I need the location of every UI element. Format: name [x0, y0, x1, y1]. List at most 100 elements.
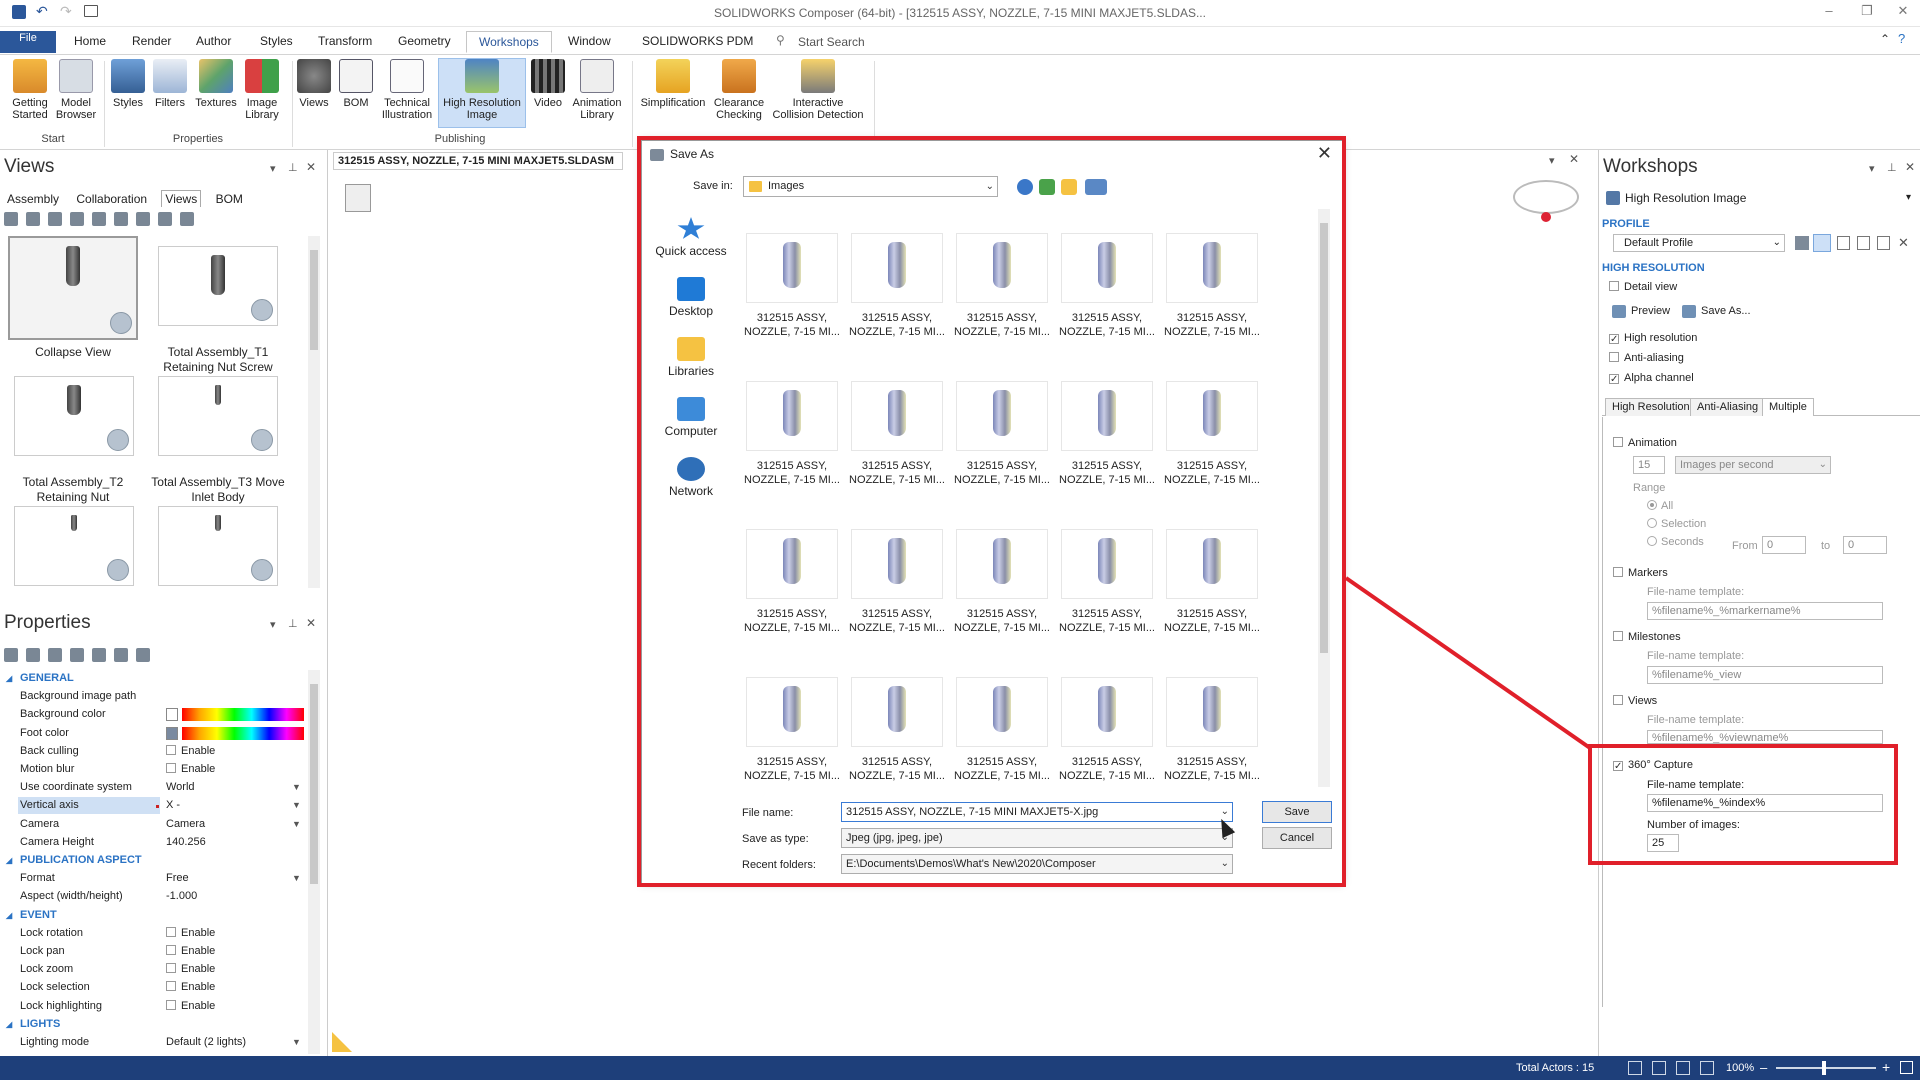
- tab-anti-aliasing[interactable]: Anti-Aliasing: [1690, 398, 1766, 416]
- property-row[interactable]: Lock highlighting Enable: [0, 998, 310, 1015]
- styles-button[interactable]: Styles: [110, 59, 146, 109]
- property-row[interactable]: Use coordinate system World ▼: [0, 779, 310, 796]
- panel-menu-icon[interactable]: ▾: [1869, 162, 1875, 175]
- export-profile-icon[interactable]: [1877, 236, 1890, 250]
- pin-icon[interactable]: ⊥: [288, 161, 298, 174]
- color-swatch[interactable]: [166, 708, 178, 722]
- property-category[interactable]: ◢ LIGHTS: [0, 1016, 310, 1033]
- tab-file[interactable]: File: [0, 31, 56, 53]
- preview-button[interactable]: Preview: [1609, 303, 1670, 321]
- close-icon[interactable]: ✕: [1905, 160, 1915, 174]
- property-value[interactable]: Enable: [166, 998, 215, 1015]
- chevron-down-icon[interactable]: ▼: [292, 779, 301, 796]
- delete-profile-icon[interactable]: ✕: [1898, 235, 1909, 251]
- property-value[interactable]: Default (2 lights): [166, 1034, 246, 1051]
- view-thumbnail[interactable]: [158, 376, 278, 456]
- property-row[interactable]: Lock pan Enable: [0, 943, 310, 960]
- navigation-compass-icon[interactable]: [1513, 180, 1579, 214]
- scroll-thumb[interactable]: [310, 684, 318, 884]
- workshop-selector[interactable]: High Resolution Image ▾: [1603, 189, 1915, 209]
- document-tab[interactable]: 312515 ASSY, NOZZLE, 7-15 MINI MAXJET5.S…: [333, 152, 623, 170]
- view-thumbnail[interactable]: [8, 236, 138, 340]
- camera-view-icon[interactable]: [180, 212, 194, 226]
- high-resolution-checkbox[interactable]: High resolution: [1609, 331, 1697, 345]
- checkbox[interactable]: [166, 963, 176, 974]
- profile-sort-icon[interactable]: [1813, 234, 1831, 252]
- tab-collaboration[interactable]: Collaboration: [73, 191, 150, 207]
- tab-multiple[interactable]: Multiple: [1762, 398, 1814, 416]
- property-row[interactable]: Lighting mode Default (2 lights) ▼: [0, 1034, 310, 1051]
- markers-checkbox[interactable]: Markers: [1613, 566, 1668, 580]
- clearance-checking-button[interactable]: Clearance Checking: [712, 59, 766, 121]
- property-category[interactable]: ◢ PUBLICATION ASPECT: [0, 852, 310, 869]
- property-row[interactable]: Motion blur Enable: [0, 761, 310, 778]
- collapse-triangle-icon[interactable]: ◢: [6, 907, 12, 924]
- milestones-template-input[interactable]: %filename%_view: [1647, 666, 1883, 684]
- property-value[interactable]: Enable: [166, 743, 215, 760]
- collapse-triangle-icon[interactable]: ◢: [6, 1016, 12, 1033]
- property-value[interactable]: Enable: [166, 925, 215, 942]
- play-view-icon[interactable]: [92, 212, 106, 226]
- save-as-button[interactable]: Save As...: [1679, 303, 1751, 321]
- property-value[interactable]: X -: [166, 797, 180, 814]
- tab-styles[interactable]: Styles: [248, 31, 305, 53]
- view-thumbnail[interactable]: [158, 506, 278, 586]
- views-template-input[interactable]: %filename%_%viewname%: [1647, 730, 1883, 744]
- property-row[interactable]: Camera Camera ▼: [0, 816, 310, 833]
- sort-icon[interactable]: [26, 648, 40, 662]
- property-row[interactable]: Back culling Enable: [0, 743, 310, 760]
- color-spectrum[interactable]: [182, 726, 304, 740]
- zoom-in-icon[interactable]: +: [1882, 1059, 1890, 1075]
- alpha-channel-checkbox[interactable]: Alpha channel: [1609, 371, 1694, 385]
- property-value[interactable]: Enable: [166, 979, 215, 996]
- chevron-down-icon[interactable]: ▼: [292, 870, 301, 887]
- property-row[interactable]: Format Free ▼: [0, 870, 310, 887]
- property-value[interactable]: World: [166, 779, 195, 796]
- property-row[interactable]: Lock zoom Enable: [0, 961, 310, 978]
- property-row[interactable]: Background image path: [0, 688, 310, 705]
- property-value[interactable]: Free: [166, 870, 189, 887]
- restore-icon[interactable]: ❐: [1852, 3, 1882, 23]
- close-window-icon[interactable]: ✕: [1888, 3, 1918, 23]
- interactive-collision-detection-button[interactable]: Interactive Collision Detection: [768, 59, 868, 121]
- fullscreen-icon[interactable]: [1900, 1061, 1913, 1074]
- zoom-slider-thumb[interactable]: [1822, 1061, 1826, 1075]
- checkbox[interactable]: [166, 981, 176, 992]
- milestones-checkbox[interactable]: Milestones: [1613, 630, 1681, 644]
- property-row[interactable]: Camera Height 140.256: [0, 834, 310, 851]
- pin-icon[interactable]: ⊥: [1887, 161, 1897, 174]
- create-view-icon[interactable]: [4, 212, 18, 226]
- fps-input[interactable]: 15: [1633, 456, 1665, 474]
- search-input[interactable]: Start Search: [798, 35, 865, 49]
- tab-window[interactable]: Window: [556, 31, 623, 53]
- property-value[interactable]: -1.000: [166, 888, 197, 905]
- checkbox[interactable]: [166, 763, 176, 773]
- help-icon[interactable]: ?: [1898, 31, 1905, 46]
- profile-select[interactable]: Default Profile ⌄: [1613, 234, 1785, 252]
- views-scrollbar[interactable]: [308, 236, 320, 588]
- views-checkbox[interactable]: Views: [1613, 694, 1657, 708]
- view-option-icon[interactable]: [70, 212, 84, 226]
- status-tool-icon[interactable]: [1628, 1061, 1642, 1075]
- view-thumbnail[interactable]: [158, 246, 278, 326]
- pin-icon[interactable]: ⊥: [288, 617, 298, 630]
- getting-started-button[interactable]: Getting Started: [8, 59, 52, 121]
- grid-icon[interactable]: [1676, 1061, 1690, 1075]
- bom-button[interactable]: BOM: [338, 59, 374, 109]
- checkbox[interactable]: [166, 744, 176, 755]
- property-row[interactable]: Vertical axis X - ▼: [0, 797, 310, 815]
- tab-geometry[interactable]: Geometry: [386, 31, 463, 53]
- tab-render[interactable]: Render: [120, 31, 183, 53]
- chevron-down-icon[interactable]: ▼: [292, 816, 301, 833]
- tab-home[interactable]: Home: [62, 31, 118, 53]
- chevron-down-icon[interactable]: ▼: [292, 797, 301, 814]
- property-value[interactable]: 140.256: [166, 834, 206, 851]
- color-spectrum[interactable]: [182, 708, 304, 722]
- minimize-icon[interactable]: –: [1814, 3, 1844, 23]
- panel-menu-icon[interactable]: ▾: [270, 618, 276, 631]
- collapse-triangle-icon[interactable]: ◢: [6, 670, 12, 687]
- close-icon[interactable]: ✕: [306, 160, 316, 174]
- camera-view-icon[interactable]: [114, 212, 128, 226]
- tab-assembly[interactable]: Assembly: [4, 191, 62, 207]
- categorized-icon[interactable]: [4, 648, 18, 662]
